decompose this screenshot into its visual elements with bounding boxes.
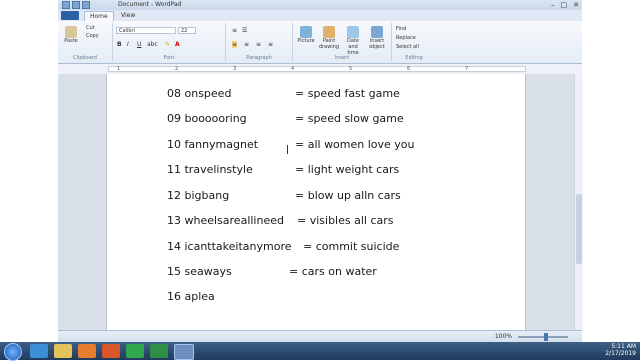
paste-icon: [65, 26, 77, 38]
text-line: 15 seaways = cars on water: [167, 265, 377, 278]
find-button[interactable]: Find: [396, 25, 406, 33]
strikethrough-icon[interactable]: abc: [147, 41, 158, 48]
clock-time: 5:11 AM: [611, 343, 636, 350]
taskbar: 5:11 AM 2/17/2019: [0, 342, 640, 361]
clipboard-group: Paste Cut Copy Clipboard: [58, 23, 113, 61]
ie-icon[interactable]: [30, 344, 48, 358]
save-icon[interactable]: [62, 1, 70, 9]
document-area: 08 onspeed = speed fast game 09 booooorin…: [58, 74, 574, 330]
media-icon[interactable]: [78, 344, 96, 358]
redo-icon[interactable]: [82, 1, 90, 9]
system-tray-clock[interactable]: 5:11 AM 2/17/2019: [605, 343, 636, 357]
window-title: Document - WordPad: [118, 1, 182, 8]
underline-icon[interactable]: U: [137, 41, 141, 48]
zoom-slider[interactable]: [518, 336, 568, 338]
camtasia-icon[interactable]: [126, 344, 144, 358]
text-line: 12 bigbang = blow up alln cars: [167, 189, 401, 202]
picture-icon: [300, 26, 312, 38]
vertical-scrollbar[interactable]: [574, 74, 583, 330]
font-family-select[interactable]: Calibri: [116, 27, 176, 34]
text-cursor: [287, 145, 288, 154]
window-controls: – □ ✕: [551, 1, 579, 9]
zoom-slider-knob[interactable]: [544, 333, 548, 341]
align-left-icon[interactable]: ≡: [232, 41, 238, 48]
camtasia-recorder-icon[interactable]: [150, 344, 168, 358]
text-line: 14 icanttakeitanymore = commit suicide: [167, 240, 400, 253]
clock-date: 2/17/2019: [605, 350, 636, 357]
select-all-button[interactable]: Select all: [396, 43, 419, 51]
ribbon-tabs: Home View: [58, 10, 582, 22]
replace-button[interactable]: Replace: [396, 34, 416, 42]
cut-button[interactable]: Cut: [86, 25, 95, 31]
paragraph-group: ≡ ☰ ≡ ≡ ≡ ≡ Paragraph: [226, 23, 293, 61]
copy-button[interactable]: Copy: [86, 33, 99, 39]
picture-button[interactable]: Picture: [295, 26, 317, 44]
font-color-icon[interactable]: A: [175, 41, 180, 48]
document-page[interactable]: 08 onspeed = speed fast game 09 booooorin…: [106, 74, 526, 330]
text-line: 09 boooooring = speed slow game: [167, 112, 404, 125]
text-line: 11 travelinstyle = light weight cars: [167, 163, 400, 176]
wordpad-icon[interactable]: [174, 344, 194, 360]
quick-access-toolbar: [62, 1, 90, 9]
undo-icon[interactable]: [72, 1, 80, 9]
font-size-select[interactable]: 22: [178, 27, 196, 34]
paint-drawing-button[interactable]: Paint drawing: [318, 26, 340, 50]
ruler[interactable]: 1 2 3 4 5 6 7: [58, 64, 582, 74]
explorer-icon[interactable]: [54, 344, 72, 358]
font-group: Calibri 22 B I U abc ✎ A Font: [113, 23, 226, 61]
zoom-level: 100%: [494, 333, 512, 340]
paste-button[interactable]: Paste: [60, 26, 82, 44]
paint-icon: [323, 26, 335, 38]
text-line: 08 onspeed = speed fast game: [167, 87, 400, 100]
text-line: 10 fannymagnet = all women love you: [167, 138, 415, 151]
text-line: 16 aplea: [167, 290, 215, 303]
start-button[interactable]: [4, 343, 22, 361]
calendar-icon: [347, 26, 359, 38]
bold-icon[interactable]: B: [117, 41, 122, 48]
text-line: 13 wheelsareallineed = visibles all cars: [167, 214, 394, 227]
ruler-scale: 1 2 3 4 5 6 7: [108, 66, 526, 72]
bullets-icon[interactable]: ☰: [242, 27, 247, 34]
justify-icon[interactable]: ≡: [268, 41, 273, 48]
close-button[interactable]: ✕: [573, 1, 579, 9]
firefox-icon[interactable]: [102, 344, 120, 358]
tab-view[interactable]: View: [116, 11, 140, 21]
object-icon: [371, 26, 383, 38]
app-menu-button[interactable]: [61, 11, 79, 20]
insert-group: Picture Paint drawing Date and time Inse…: [293, 23, 392, 61]
insert-object-button[interactable]: Insert object: [366, 26, 388, 50]
minimize-button[interactable]: –: [551, 1, 555, 9]
align-center-icon[interactable]: ≡: [244, 41, 249, 48]
ribbon: Paste Cut Copy Clipboard Calibri 22 B I …: [58, 21, 582, 64]
align-right-icon[interactable]: ≡: [256, 41, 261, 48]
italic-icon[interactable]: I: [127, 41, 129, 48]
editing-group: Find Replace Select all Editing: [396, 25, 423, 61]
highlight-icon[interactable]: ✎: [165, 41, 170, 48]
maximize-button[interactable]: □: [561, 1, 568, 9]
indent-icon[interactable]: ≡: [232, 27, 237, 34]
scrollbar-thumb[interactable]: [576, 194, 582, 264]
date-time-button[interactable]: Date and time: [342, 26, 364, 56]
